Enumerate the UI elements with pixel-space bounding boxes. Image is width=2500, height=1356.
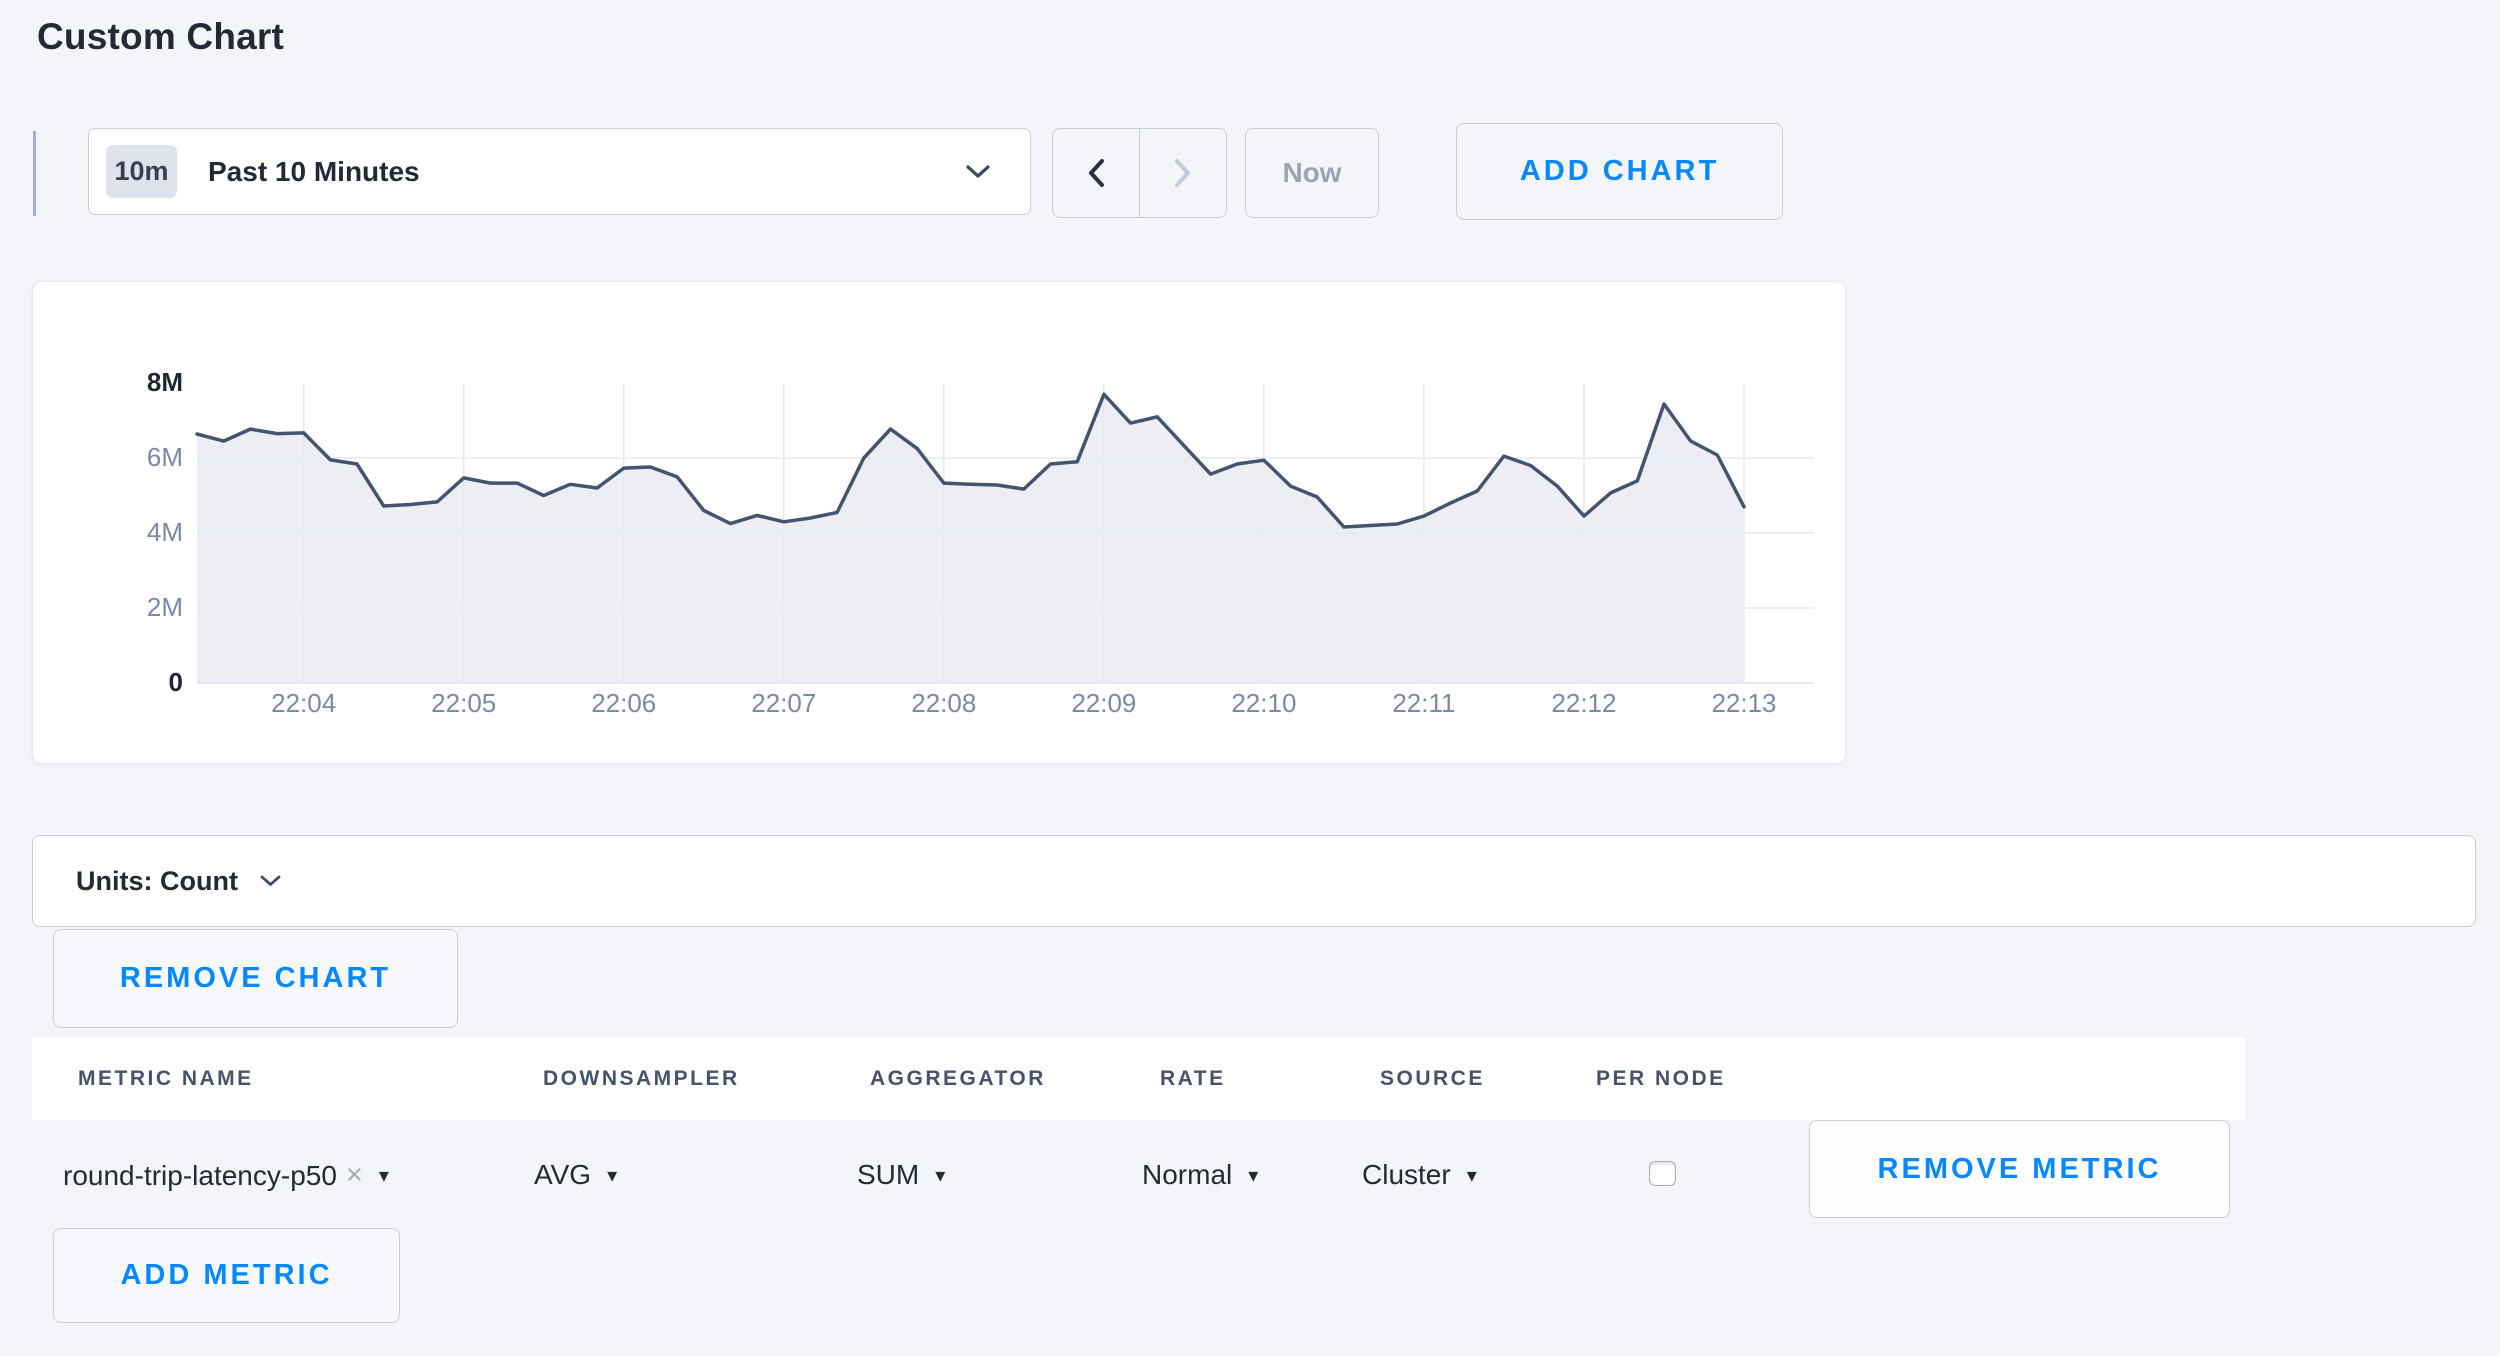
caret-down-icon: ▾ <box>1467 1163 1477 1188</box>
chevron-right-icon <box>1174 158 1192 188</box>
y-axis-tick-label: 8M <box>73 367 183 398</box>
time-prev-button[interactable] <box>1053 129 1139 217</box>
x-axis-tick-label: 22:10 <box>1194 688 1334 719</box>
custom-chart-page: Custom Chart 10m Past 10 Minutes Now ADD… <box>0 0 2500 1356</box>
chart-card: 8M 6M 4M 2M 0 22:04 22:05 22:06 22:07 22:08 22:09 2… <box>32 281 1846 764</box>
x-axis-tick-label: 22:09 <box>1034 688 1174 719</box>
units-dropdown[interactable]: Units: Count <box>32 835 2476 927</box>
x-axis-tick-label: 22:08 <box>874 688 1014 719</box>
time-range-label: Past 10 Minutes <box>208 156 420 188</box>
column-header-rate: RATE <box>1160 1038 1226 1120</box>
close-icon[interactable]: × <box>346 1159 363 1192</box>
y-axis-tick-label: 6M <box>73 442 183 473</box>
now-button[interactable]: Now <box>1245 128 1379 218</box>
caret-down-icon: ▾ <box>379 1163 389 1188</box>
metrics-table-header: METRIC NAME DOWNSAMPLER AGGREGATOR RATE … <box>32 1038 2245 1120</box>
y-axis-tick-label: 2M <box>73 592 183 623</box>
caret-down-icon: ▾ <box>607 1163 617 1188</box>
page-title: Custom Chart <box>37 16 284 58</box>
x-axis-tick-label: 22:07 <box>714 688 854 719</box>
y-axis-tick-label: 4M <box>73 517 183 548</box>
x-axis-tick-label: 22:13 <box>1674 688 1814 719</box>
chart-area-fill <box>197 394 1744 683</box>
caret-down-icon: ▾ <box>1248 1163 1258 1188</box>
source-value: Cluster <box>1362 1159 1451 1191</box>
x-axis-tick-label: 22:05 <box>394 688 534 719</box>
time-range-dropdown[interactable]: 10m Past 10 Minutes <box>88 128 1031 215</box>
x-axis-tick-label: 22:12 <box>1514 688 1654 719</box>
source-select[interactable]: Cluster ▾ <box>1362 1159 1477 1191</box>
x-axis-tick-label: 22:04 <box>234 688 374 719</box>
toolbar-left-rule <box>33 131 36 216</box>
x-axis-tick-label: 22:06 <box>554 688 694 719</box>
time-next-button[interactable] <box>1139 129 1226 217</box>
metric-name-select[interactable]: round-trip-latency-p50 × ▾ <box>63 1159 389 1192</box>
add-metric-button[interactable]: ADD METRIC <box>53 1228 400 1323</box>
remove-metric-button[interactable]: REMOVE METRIC <box>1809 1120 2230 1218</box>
chevron-down-icon <box>966 165 990 179</box>
column-header-per-node: PER NODE <box>1596 1038 1726 1120</box>
downsampler-select[interactable]: AVG ▾ <box>534 1159 617 1191</box>
x-axis-tick-label: 22:11 <box>1354 688 1494 719</box>
rate-value: Normal <box>1142 1159 1232 1191</box>
add-chart-button[interactable]: ADD CHART <box>1456 123 1783 220</box>
aggregator-select[interactable]: SUM ▾ <box>857 1159 945 1191</box>
remove-chart-button[interactable]: REMOVE CHART <box>53 929 458 1028</box>
column-header-aggregator: AGGREGATOR <box>870 1038 1046 1120</box>
chart-plot-area[interactable] <box>197 383 1818 693</box>
chevron-left-icon <box>1087 158 1105 188</box>
downsampler-value: AVG <box>534 1159 591 1191</box>
y-axis-tick-label: 0 <box>73 667 183 698</box>
time-nav-group <box>1052 128 1227 218</box>
column-header-metric-name: METRIC NAME <box>78 1038 254 1120</box>
chevron-down-icon <box>260 875 281 887</box>
column-header-source: SOURCE <box>1380 1038 1485 1120</box>
rate-select[interactable]: Normal ▾ <box>1142 1159 1258 1191</box>
column-header-downsampler: DOWNSAMPLER <box>543 1038 740 1120</box>
aggregator-value: SUM <box>857 1159 919 1191</box>
metric-name-value: round-trip-latency-p50 <box>63 1160 337 1192</box>
time-range-badge: 10m <box>106 145 177 198</box>
units-label: Units: Count <box>76 866 238 897</box>
caret-down-icon: ▾ <box>935 1163 945 1188</box>
per-node-checkbox[interactable] <box>1649 1161 1676 1186</box>
